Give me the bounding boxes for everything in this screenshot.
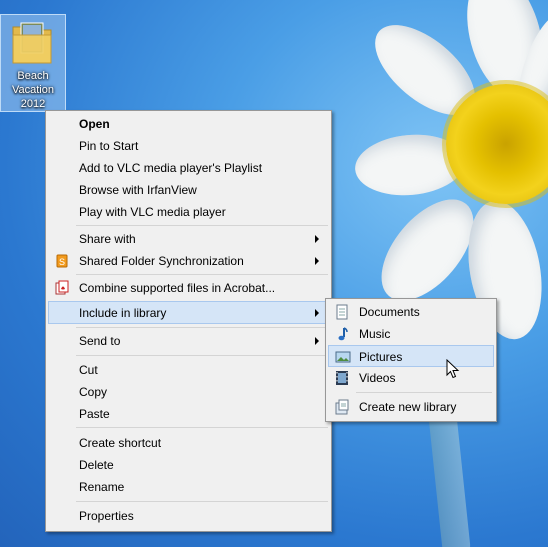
- menu-item-pin-to-start[interactable]: Pin to Start: [48, 135, 329, 157]
- menu-item-label: Paste: [79, 407, 110, 421]
- new-library-icon: [335, 399, 349, 415]
- submenu-arrow-icon: [315, 309, 319, 317]
- menu-item-label: Include in library: [79, 306, 167, 320]
- menu-item-shared-folder-sync[interactable]: S Shared Folder Synchronization: [48, 250, 329, 272]
- menu-item-combine-acrobat[interactable]: Combine supported files in Acrobat...: [48, 277, 329, 299]
- submenu-arrow-icon: [315, 337, 319, 345]
- menu-item-label: Create shortcut: [79, 436, 162, 450]
- menu-separator: [76, 274, 328, 275]
- menu-item-label: Rename: [79, 480, 125, 494]
- menu-item-copy[interactable]: Copy: [48, 381, 329, 403]
- menu-item-play-vlc[interactable]: Play with VLC media player: [48, 201, 329, 223]
- submenu-item-label: Videos: [359, 371, 396, 385]
- context-menu: Open Pin to Start Add to VLC media playe…: [45, 110, 332, 532]
- documents-icon: [336, 304, 348, 320]
- flower-center: [446, 84, 548, 204]
- menu-item-paste[interactable]: Paste: [48, 403, 329, 425]
- submenu-item-create-new-library[interactable]: Create new library: [328, 396, 494, 418]
- submenu-arrow-icon: [315, 235, 319, 243]
- menu-item-include-in-library[interactable]: Include in library: [48, 301, 329, 324]
- submenu-item-label: Music: [359, 327, 391, 341]
- menu-item-label: Combine supported files in Acrobat...: [79, 281, 276, 295]
- desktop-folder-beach-vacation[interactable]: Beach Vacation 2012: [0, 14, 66, 112]
- svg-text:S: S: [59, 257, 65, 267]
- videos-icon: [336, 371, 348, 385]
- menu-separator: [76, 225, 328, 226]
- menu-item-label: Copy: [79, 385, 108, 399]
- menu-item-browse-irfanview[interactable]: Browse with IrfanView: [48, 179, 329, 201]
- menu-item-create-shortcut[interactable]: Create shortcut: [48, 432, 329, 454]
- submenu-item-pictures[interactable]: Pictures: [328, 345, 494, 367]
- desktop-folder-label: Beach Vacation 2012: [12, 70, 54, 110]
- menu-item-label: Cut: [79, 363, 98, 377]
- menu-item-send-to[interactable]: Send to: [48, 330, 329, 352]
- mouse-cursor-icon: [446, 359, 460, 379]
- folder-icon: [12, 22, 52, 64]
- submenu-item-documents[interactable]: Documents: [328, 301, 494, 323]
- menu-separator: [76, 355, 328, 356]
- menu-item-label: Play with VLC media player: [79, 205, 226, 219]
- menu-item-label: Browse with IrfanView: [79, 183, 197, 197]
- menu-item-add-to-vlc-playlist[interactable]: Add to VLC media player's Playlist: [48, 157, 329, 179]
- menu-item-properties[interactable]: Properties: [48, 505, 329, 527]
- menu-separator: [76, 501, 328, 502]
- submenu-item-videos[interactable]: Videos: [328, 367, 494, 389]
- menu-item-rename[interactable]: Rename: [48, 476, 329, 498]
- menu-item-label: Pin to Start: [79, 139, 139, 153]
- submenu-item-music[interactable]: Music: [328, 323, 494, 345]
- menu-item-cut[interactable]: Cut: [48, 359, 329, 381]
- menu-item-label: Delete: [79, 458, 114, 472]
- menu-item-label: Add to VLC media player's Playlist: [79, 161, 263, 175]
- menu-item-share-with[interactable]: Share with: [48, 228, 329, 250]
- acrobat-icon: [55, 280, 69, 295]
- submenu-item-label: Documents: [359, 305, 420, 319]
- menu-separator: [76, 427, 328, 428]
- menu-item-label: Shared Folder Synchronization: [79, 254, 244, 268]
- menu-item-label: Send to: [79, 334, 121, 348]
- submenu-item-label: Pictures: [359, 350, 403, 364]
- menu-item-label: Open: [79, 117, 110, 131]
- menu-item-open[interactable]: Open: [48, 113, 329, 135]
- menu-separator: [76, 327, 328, 328]
- submenu-arrow-icon: [315, 257, 319, 265]
- menu-separator: [356, 392, 492, 393]
- menu-item-label: Properties: [79, 509, 134, 523]
- pictures-icon: [335, 351, 351, 363]
- menu-item-label: Share with: [79, 232, 136, 246]
- library-submenu: Documents Music Pictures Videos Create n…: [325, 298, 497, 422]
- sync-icon: S: [56, 254, 68, 268]
- menu-item-delete[interactable]: Delete: [48, 454, 329, 476]
- music-icon: [338, 327, 348, 341]
- submenu-item-label: Create new library: [359, 400, 457, 414]
